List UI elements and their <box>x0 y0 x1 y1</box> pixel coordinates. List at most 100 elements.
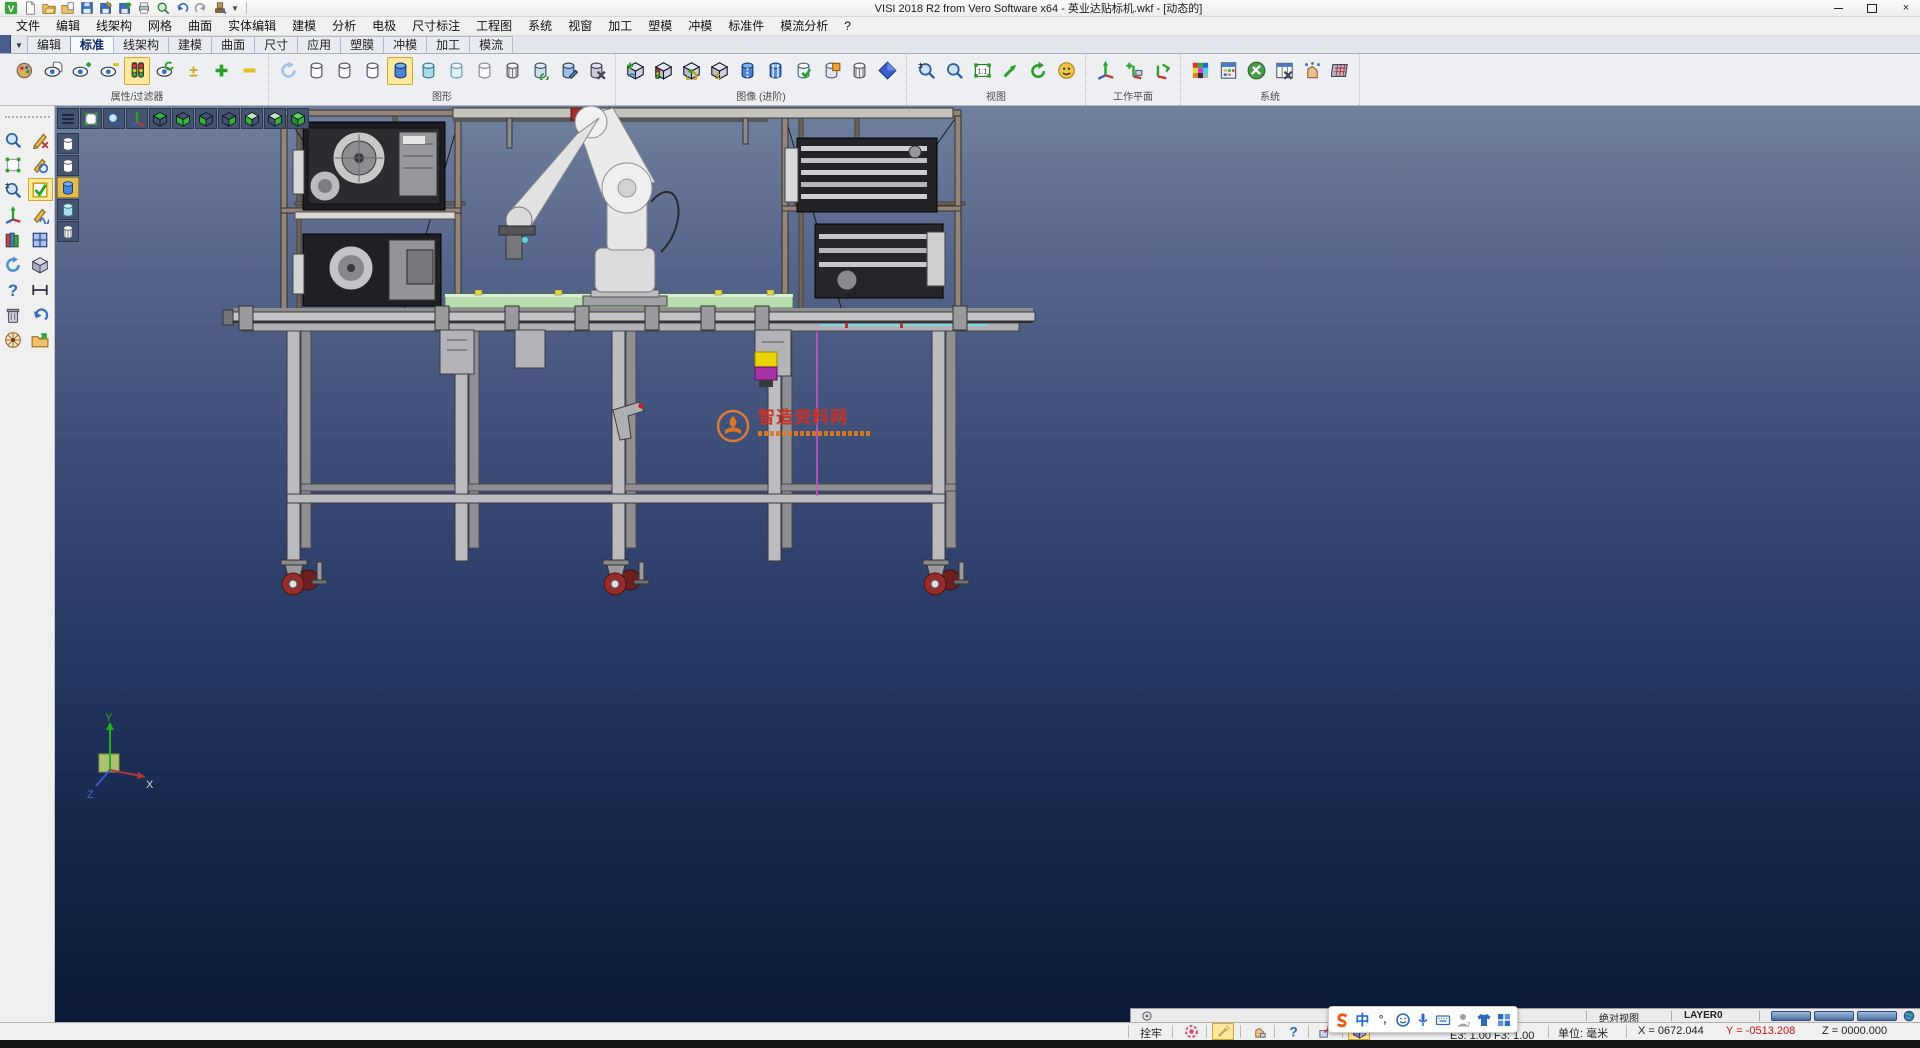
fit-view-button[interactable] <box>80 108 102 129</box>
viewport-menu-button[interactable] <box>57 108 79 129</box>
microphone-icon[interactable] <box>1415 1011 1431 1029</box>
view-iso-button[interactable] <box>287 108 309 129</box>
view-right-button[interactable] <box>218 108 240 129</box>
hide-entities-button[interactable] <box>96 57 122 85</box>
add-entity-display-button[interactable] <box>622 57 648 85</box>
rotate-view-button[interactable] <box>1025 57 1051 85</box>
entity-traffic-button[interactable] <box>650 57 676 85</box>
workplane-button[interactable] <box>1092 57 1118 85</box>
tab-dropdown-button[interactable]: ▼ <box>11 37 27 53</box>
view-left-button[interactable] <box>195 108 217 129</box>
pan-view-button[interactable] <box>997 57 1023 85</box>
verify-shading-button[interactable] <box>790 57 816 85</box>
zoom-actual-button[interactable]: 1:1 <box>969 57 995 85</box>
solid-box-button[interactable] <box>28 253 53 276</box>
menu-machining[interactable]: 加工 <box>600 17 640 36</box>
measure-button[interactable] <box>28 278 53 301</box>
tagged-shading-button[interactable] <box>818 57 844 85</box>
delete-trash-button[interactable] <box>1 303 26 326</box>
menu-electrode[interactable]: 电极 <box>364 17 404 36</box>
tab-dimension[interactable]: 尺寸 <box>254 36 298 53</box>
regenerate-button[interactable] <box>527 57 553 85</box>
tab-edit[interactable]: 编辑 <box>27 36 71 53</box>
print-preview-button[interactable] <box>155 1 171 16</box>
lock-label[interactable]: 拴牢 <box>1140 1025 1162 1041</box>
workplane-move-button[interactable] <box>1120 57 1146 85</box>
close-button[interactable]: × <box>1896 2 1916 15</box>
layer-indicator[interactable]: LAYER0 <box>1684 1010 1723 1021</box>
print-button[interactable] <box>136 1 152 16</box>
qat-dropdown-button[interactable]: ▼ <box>231 4 241 13</box>
menu-edit[interactable]: 编辑 <box>48 17 88 36</box>
grab-box-icon[interactable] <box>1248 1023 1270 1040</box>
navigate-compass-button[interactable] <box>1 328 26 351</box>
confirm-check-button[interactable] <box>28 178 53 201</box>
menu-standard-parts[interactable]: 标准件 <box>720 17 772 36</box>
open-recent-button[interactable] <box>60 1 76 16</box>
sketch-circle-button[interactable] <box>28 153 53 176</box>
menu-surface[interactable]: 曲面 <box>180 17 220 36</box>
tab-mould[interactable]: 塑膜 <box>340 36 384 53</box>
3d-viewport[interactable]: 智造资料网 Y X Z <box>55 106 1920 1022</box>
render-shaded-button[interactable] <box>57 177 79 198</box>
remove-filter-button[interactable] <box>236 57 262 85</box>
tab-flow[interactable]: 模流 <box>469 36 513 53</box>
tab-modeling[interactable]: 建模 <box>168 36 212 53</box>
view-orientation-button[interactable] <box>1053 57 1079 85</box>
skin-icon[interactable] <box>1476 1011 1492 1029</box>
maximize-button[interactable] <box>1862 2 1882 15</box>
tab-progress[interactable]: 冲模 <box>383 36 427 53</box>
tab-machining[interactable]: 加工 <box>426 36 470 53</box>
menu-modeling[interactable]: 建模 <box>284 17 324 36</box>
solid-view-button[interactable] <box>874 57 900 85</box>
open-file-button[interactable] <box>41 1 57 16</box>
zoom-previous-button[interactable] <box>941 57 967 85</box>
menu-progress[interactable]: 冲模 <box>680 17 720 36</box>
absolute-view-label[interactable]: 绝对视图 <box>1599 1010 1639 1022</box>
display-palette-button[interactable] <box>12 57 38 85</box>
tab-wireframe[interactable]: 线架构 <box>113 36 169 53</box>
table-settings-button[interactable] <box>1271 57 1297 85</box>
render-hiddenline-button[interactable] <box>57 155 79 176</box>
emoji-icon[interactable] <box>1395 1011 1411 1029</box>
hidden-line-mode-button[interactable] <box>331 57 357 85</box>
globe-icon[interactable] <box>1903 1010 1915 1022</box>
entity-refresh-button[interactable] <box>678 57 704 85</box>
save-button[interactable] <box>79 1 95 16</box>
grid-settings-button[interactable] <box>1327 57 1353 85</box>
sketch-spline-button[interactable] <box>28 203 53 226</box>
refresh-display-button[interactable] <box>152 57 178 85</box>
axis-view-button[interactable] <box>126 108 148 129</box>
redo-button[interactable] <box>193 1 209 16</box>
menu-solid-edit[interactable]: 实体编辑 <box>220 17 284 36</box>
zoom-view-button[interactable] <box>103 108 125 129</box>
refresh-view-button[interactable] <box>1 253 26 276</box>
save-as-button[interactable] <box>98 1 114 16</box>
menu-flow-analysis[interactable]: 模流分析 <box>772 17 836 36</box>
show-entities-button[interactable] <box>68 57 94 85</box>
striped-shading-button[interactable] <box>762 57 788 85</box>
toolbox-icon[interactable] <box>1496 1011 1512 1029</box>
menu-window[interactable]: 视窗 <box>560 17 600 36</box>
outline-mode-button[interactable] <box>359 57 385 85</box>
view-bottom-button[interactable] <box>172 108 194 129</box>
render-wireframe-button[interactable] <box>57 133 79 154</box>
delete-entities-button[interactable] <box>28 128 53 151</box>
menu-mould[interactable]: 塑模 <box>640 17 680 36</box>
dotted-shading-button[interactable] <box>734 57 760 85</box>
new-file-button[interactable] <box>22 1 38 16</box>
tab-application[interactable]: 应用 <box>297 36 341 53</box>
shaded-mode-button[interactable] <box>387 57 413 85</box>
minimize-button[interactable] <box>1828 2 1848 15</box>
selection-settings-button[interactable] <box>1299 57 1325 85</box>
toggle-filter-button[interactable]: ± <box>180 57 206 85</box>
keyboard-icon[interactable] <box>1435 1011 1451 1029</box>
system-settings-button[interactable] <box>1215 57 1241 85</box>
save-all-button[interactable] <box>117 1 133 16</box>
zoom-dynamic-button[interactable]: ± <box>1 178 26 201</box>
app-logo-icon[interactable]: V <box>3 1 19 16</box>
translucent-mode-button[interactable] <box>415 57 441 85</box>
select-frame-button[interactable] <box>1 153 26 176</box>
white-mode-button[interactable] <box>471 57 497 85</box>
tab-standard[interactable]: 标准 <box>70 36 114 53</box>
